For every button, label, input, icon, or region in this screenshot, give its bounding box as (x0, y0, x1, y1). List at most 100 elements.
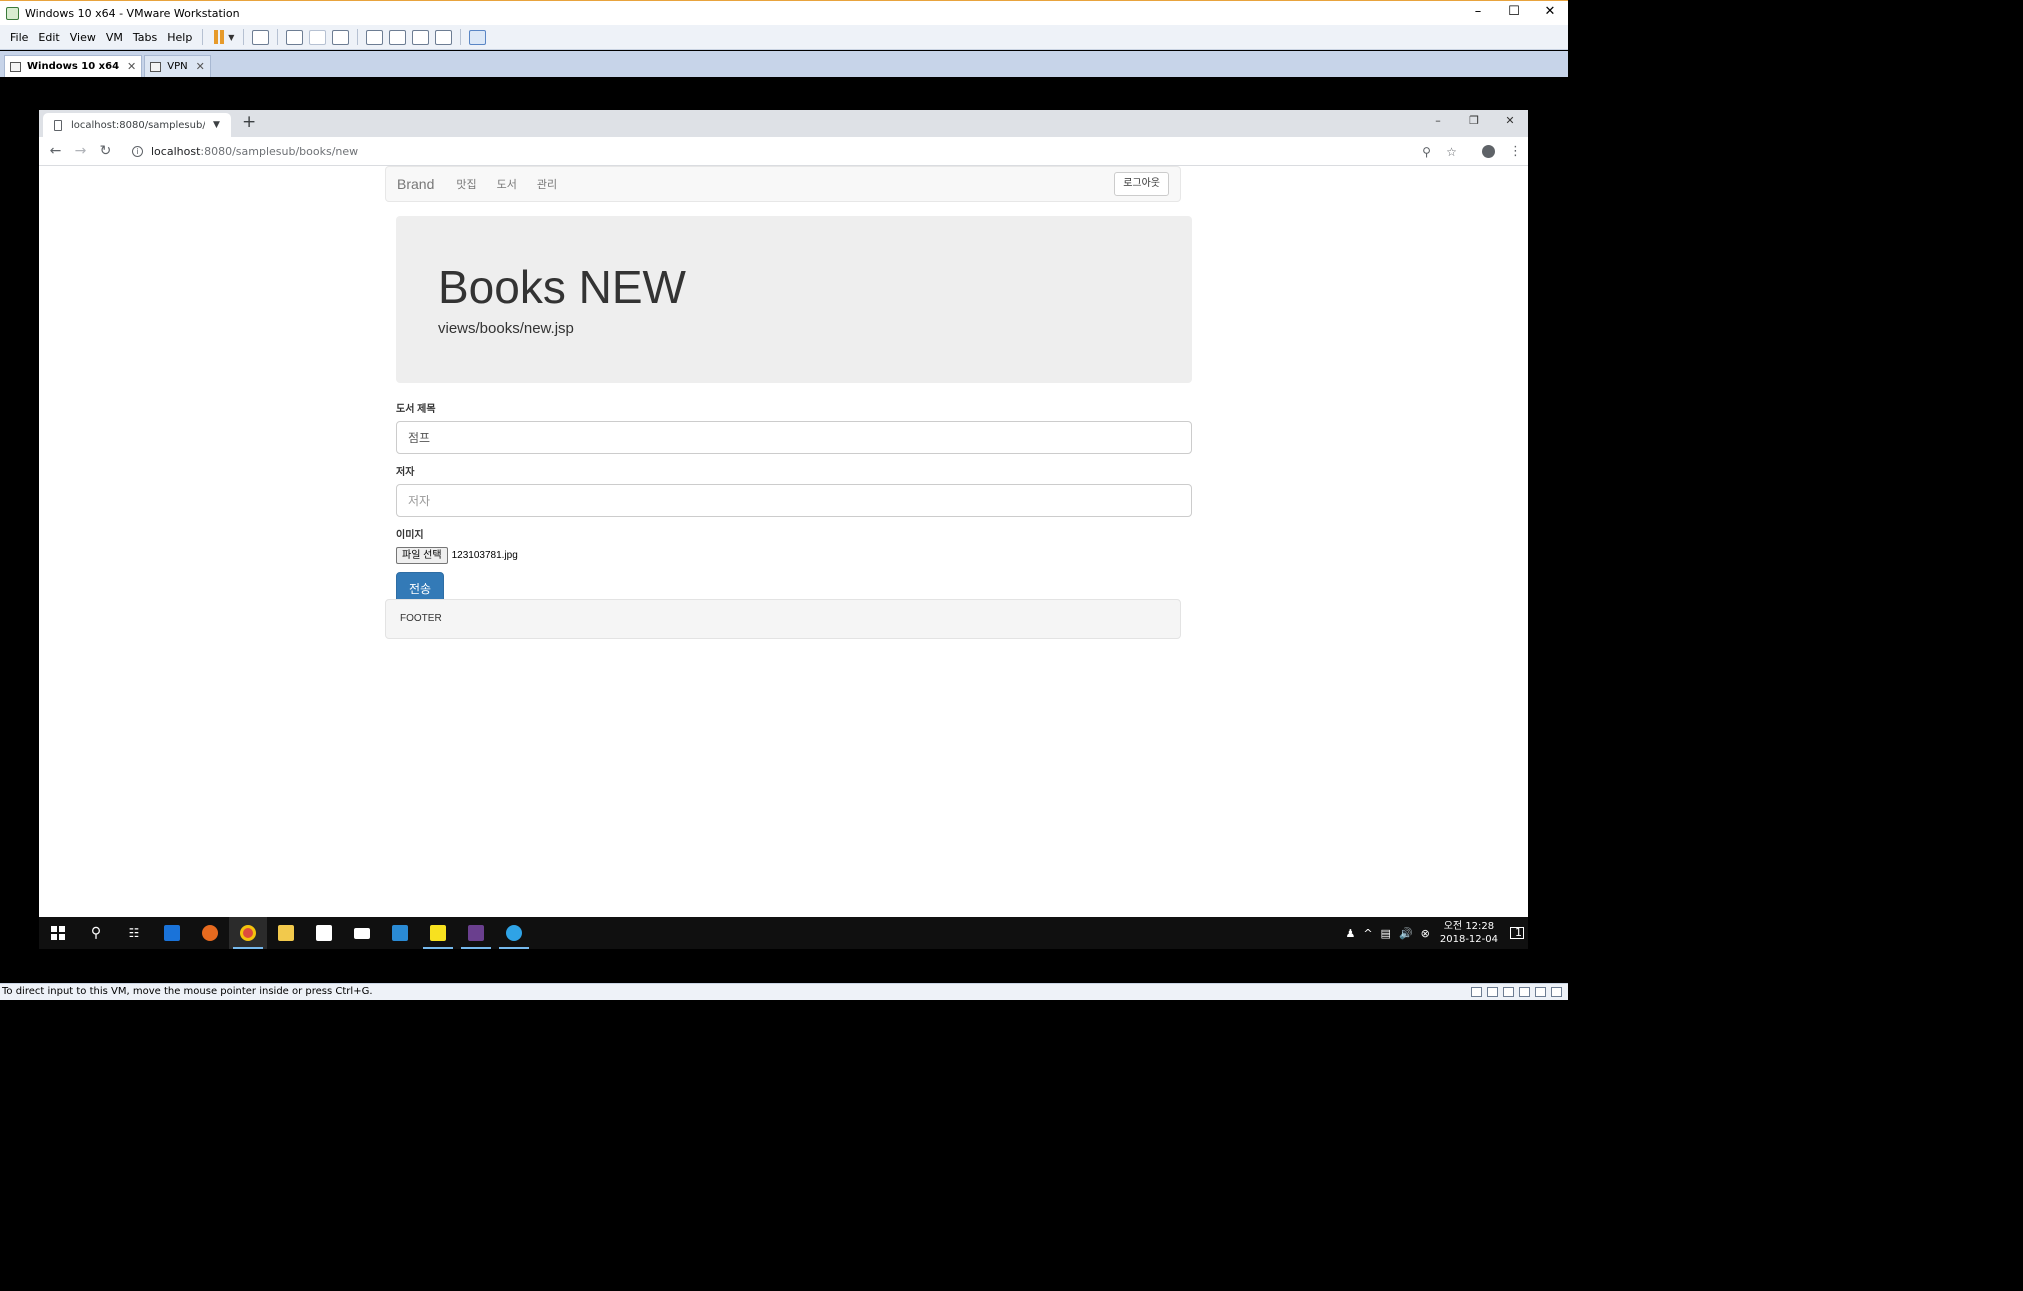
menu-tabs[interactable]: Tabs (128, 31, 162, 44)
vmware-title-bar: Windows 10 x64 - VMware Workstation – ☐ … (0, 0, 1568, 25)
vm-tab-label: Windows 10 x64 (27, 61, 120, 72)
vm-tab-vpn[interactable]: VPN ✕ (144, 55, 211, 77)
chrome-icon (240, 925, 256, 941)
menu-file[interactable]: File (5, 31, 33, 44)
store-icon (316, 925, 332, 941)
minimize-icon[interactable]: – (1460, 1, 1496, 25)
volume-icon[interactable]: 🔊 (1399, 927, 1413, 940)
taskbar-app[interactable] (457, 917, 495, 949)
taskbar-store[interactable] (305, 917, 343, 949)
vmware-menubar: File Edit View VM Tabs Help ▼ (0, 25, 1568, 50)
taskbar-clock[interactable]: 오전 12:28 2018-12-04 (1440, 920, 1498, 946)
info-icon[interactable]: i (132, 146, 143, 157)
profile-avatar-icon[interactable] (1482, 145, 1495, 158)
vmware-vm-tabs: Windows 10 x64 ✕ VPN ✕ (0, 51, 1568, 77)
forward-icon[interactable]: → (68, 143, 93, 159)
taskbar-file-explorer[interactable] (267, 917, 305, 949)
library-view-icon[interactable] (366, 29, 384, 45)
taskbar-sticky-notes[interactable] (419, 917, 457, 949)
new-tab-icon[interactable]: + (242, 112, 256, 132)
people-icon[interactable]: ♟ (1345, 927, 1355, 940)
sticky-notes-icon (430, 925, 446, 941)
toolbar-separator (460, 29, 462, 45)
author-label: 저자 (396, 467, 415, 478)
close-icon[interactable]: ✕ (127, 60, 136, 73)
taskbar-firefox[interactable] (191, 917, 229, 949)
vm-tab-windows10[interactable]: Windows 10 x64 ✕ (4, 55, 143, 77)
star-icon[interactable]: ☆ (1439, 145, 1464, 159)
notification-center-icon[interactable]: 1 (1510, 927, 1524, 939)
selected-file-name: 123103781.jpg (451, 550, 518, 561)
system-tray: ♟ ^ ▤ 🔊 ⊗ 오전 12:28 2018-12-04 1 (1341, 917, 1528, 949)
console-view-icon[interactable] (469, 29, 487, 45)
taskbar-chrome[interactable] (229, 917, 267, 949)
send-ctrl-alt-del-icon[interactable] (252, 29, 270, 45)
start-button[interactable] (39, 917, 77, 949)
menu-help[interactable]: Help (162, 31, 197, 44)
unity-view-icon[interactable] (435, 29, 453, 45)
taskbar-mail[interactable] (343, 917, 381, 949)
task-view-icon: ☷ (128, 926, 140, 940)
status-x-icon[interactable]: ⊗ (1421, 927, 1430, 940)
taskbar-edge[interactable] (153, 917, 191, 949)
hard-disk-icon[interactable] (1471, 987, 1482, 997)
vmware-app-icon (6, 6, 19, 20)
close-icon[interactable]: ✕ (1532, 1, 1568, 25)
vscode-icon (392, 925, 408, 941)
menu-view[interactable]: View (65, 31, 101, 44)
back-icon[interactable]: ← (43, 143, 68, 159)
message-icon[interactable] (1551, 987, 1562, 997)
sound-icon[interactable] (1535, 987, 1546, 997)
maximize-icon[interactable]: ☐ (1496, 1, 1532, 25)
cd-drive-icon[interactable] (1487, 987, 1498, 997)
task-view-button[interactable]: ☷ (115, 917, 153, 949)
vm-tab-label: VPN (167, 61, 188, 72)
taskbar-vscode[interactable] (381, 917, 419, 949)
navbar-brand[interactable]: Brand (397, 176, 434, 192)
close-icon[interactable]: ✕ (1492, 110, 1528, 132)
address-bar[interactable]: i localhost:8080/samplesub/books/new ⚲ ☆ (123, 139, 1464, 164)
nav-link-restaurants[interactable]: 맛집 (456, 176, 476, 192)
firefox-icon (202, 925, 218, 941)
usb-icon[interactable] (1519, 987, 1530, 997)
chevron-down-icon[interactable]: ▼ (228, 33, 234, 42)
close-icon[interactable]: ✕ (196, 60, 205, 73)
zoom-icon[interactable]: ⚲ (1414, 145, 1439, 159)
choose-file-button[interactable]: 파일 선택 (396, 547, 448, 564)
full-screen-icon[interactable] (412, 29, 430, 45)
pause-icon[interactable] (214, 30, 226, 44)
chrome-tab-title: localhost:8080/samplesub/books/new (71, 119, 205, 131)
title-input[interactable] (396, 421, 1192, 454)
snapshot-revert-icon[interactable] (309, 29, 327, 45)
chevron-up-icon[interactable]: ^ (1363, 927, 1372, 940)
page-viewport: Brand 맛집 도서 관리 로그아웃 Books NEW views/book… (39, 166, 1528, 917)
menu-edit[interactable]: Edit (33, 31, 64, 44)
clock-date: 2018-12-04 (1439, 934, 1498, 945)
logout-button[interactable]: 로그아웃 (1114, 172, 1169, 196)
status-text: To direct input to this VM, move the mou… (2, 986, 373, 997)
minimize-icon[interactable]: – (1420, 110, 1456, 132)
menu-vm[interactable]: VM (101, 31, 128, 44)
taskbar-ie[interactable] (495, 917, 533, 949)
book-form: 도서 제목 저자 이미지 파일 선택 123103781.jpg 전송 (396, 400, 1192, 604)
mail-icon (354, 927, 370, 939)
search-button[interactable]: ⚲ (77, 917, 115, 949)
folder-icon (278, 925, 294, 941)
network-icon[interactable]: ▤ (1381, 927, 1391, 940)
thumbnail-bar-icon[interactable] (389, 29, 407, 45)
restore-icon[interactable]: ❐ (1456, 110, 1492, 132)
edge-icon (164, 925, 180, 941)
reload-icon[interactable]: ↻ (93, 143, 118, 159)
nav-link-books[interactable]: 도서 (497, 176, 517, 192)
network-adapter-icon[interactable] (1503, 987, 1514, 997)
snapshot-take-icon[interactable] (286, 29, 304, 45)
chrome-tab[interactable]: localhost:8080/samplesub/books/new ▼ (43, 113, 231, 137)
chevron-down-icon[interactable]: ▼ (213, 120, 220, 130)
more-menu-icon[interactable]: ⋮ (1509, 144, 1522, 159)
omnibox-actions: ⚲ ☆ (1414, 139, 1464, 164)
snapshot-manager-icon[interactable] (332, 29, 350, 45)
page-subtitle: views/books/new.jsp (438, 320, 574, 337)
vm-icon (10, 61, 21, 72)
author-input[interactable] (396, 484, 1192, 517)
nav-link-admin[interactable]: 관리 (537, 176, 557, 192)
